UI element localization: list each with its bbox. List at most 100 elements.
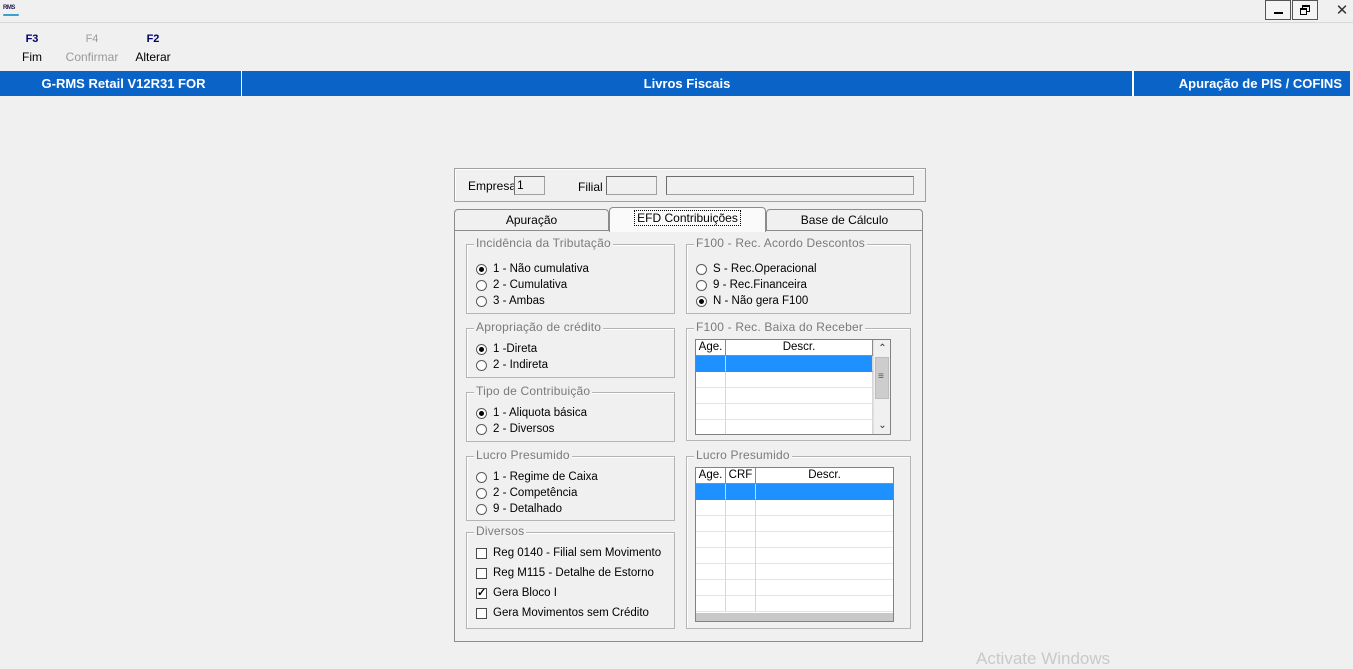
f100-acordo-group: F100 - Rec. Acordo Descontos S - Rec.Ope… <box>686 236 911 314</box>
grid-header: Age. CRF Descr. <box>696 468 893 484</box>
lucro-presumido-grid-group: Lucro Presumido Age. CRF Descr. <box>686 448 911 629</box>
table-row[interactable] <box>696 532 893 548</box>
table-row[interactable] <box>696 500 893 516</box>
diversos-group: Diversos Reg 0140 - Filial sem Movimento… <box>466 524 675 629</box>
incidencia-group: Incidência da Tributação 1 - Não cumulat… <box>466 236 675 314</box>
title-bar: RMS ✕ <box>0 0 1353 23</box>
system-name: G-RMS Retail V12R31 FOR <box>0 71 242 96</box>
radio-icon[interactable] <box>476 423 487 435</box>
lucro-presumido-option-2[interactable]: 2 - Competência <box>476 487 577 499</box>
gera-bloco-i-checkbox[interactable]: ✓ Gera Bloco I <box>476 587 557 599</box>
restore-button[interactable] <box>1292 0 1318 20</box>
column-crf[interactable]: CRF <box>726 468 756 484</box>
efd-contribuicoes-page: Incidência da Tributação 1 - Não cumulat… <box>454 230 923 642</box>
table-row[interactable] <box>696 372 873 388</box>
reg-0140-checkbox[interactable]: Reg 0140 - Filial sem Movimento <box>476 547 661 559</box>
radio-selected-icon[interactable] <box>476 263 487 275</box>
radio-selected-icon[interactable] <box>476 407 487 419</box>
column-descr[interactable]: Descr. <box>726 340 873 356</box>
checkbox-icon[interactable] <box>476 607 487 619</box>
fim-button[interactable]: F3 Fim <box>18 30 46 66</box>
checkbox-icon[interactable] <box>476 567 487 579</box>
rms-logo-icon: RMS <box>3 5 21 17</box>
tipo-contribuicao-option-1[interactable]: 1 - Aliquota básica <box>476 407 587 419</box>
vertical-scrollbar[interactable]: ⌃ ⌄ <box>873 340 890 434</box>
radio-icon[interactable] <box>696 263 707 275</box>
filial-name-field <box>666 176 914 195</box>
scroll-down-icon[interactable]: ⌄ <box>874 417 890 434</box>
table-row[interactable] <box>696 388 873 404</box>
tipo-contribuicao-title: Tipo de Contribuição <box>474 384 593 398</box>
lucro-presumido-options-group: Lucro Presumido 1 - Regime de Caixa 2 - … <box>466 448 675 521</box>
f100-acordo-option-s[interactable]: S - Rec.Operacional <box>696 263 817 275</box>
reg-m115-checkbox[interactable]: Reg M115 - Detalhe de Estorno <box>476 567 654 579</box>
header-bar: G-RMS Retail V12R31 FOR Livros Fiscais A… <box>0 71 1350 96</box>
table-row[interactable] <box>696 420 873 434</box>
module-name: Livros Fiscais <box>242 71 1133 96</box>
radio-icon[interactable] <box>476 487 487 499</box>
screen-title: Apuração de PIS / COFINS <box>1133 71 1350 96</box>
diversos-title: Diversos <box>474 524 527 538</box>
fkey-f3: F3 <box>25 33 39 45</box>
radio-icon[interactable] <box>476 295 487 307</box>
table-row[interactable] <box>696 564 893 580</box>
tab-base-de-calculo[interactable]: Base de Cálculo <box>766 209 923 231</box>
tab-apuracao[interactable]: Apuração <box>454 209 609 231</box>
radio-selected-icon[interactable] <box>476 343 487 355</box>
f100-baixa-group: F100 - Rec. Baixa do Receber Age. Descr.… <box>686 320 911 441</box>
apropriacao-option-1[interactable]: 1 -Direta <box>476 343 537 355</box>
apropriacao-group: Apropriação de crédito 1 -Direta 2 - Ind… <box>466 320 675 378</box>
f100-baixa-grid[interactable]: Age. Descr. ⌃ ⌄ <box>695 339 891 435</box>
scroll-up-icon[interactable]: ⌃ <box>874 340 890 357</box>
radio-icon[interactable] <box>476 279 487 291</box>
minimize-button[interactable] <box>1265 0 1291 20</box>
f100-acordo-title: F100 - Rec. Acordo Descontos <box>694 236 868 250</box>
filial-label: Filial <box>578 180 603 194</box>
column-descr[interactable]: Descr. <box>756 468 893 484</box>
tipo-contribuicao-group: Tipo de Contribuição 1 - Aliquota básica… <box>466 384 675 442</box>
gera-movimentos-checkbox[interactable]: Gera Movimentos sem Crédito <box>476 607 649 619</box>
radio-icon[interactable] <box>476 359 487 371</box>
empresa-field[interactable]: 1 <box>514 176 545 195</box>
radio-icon[interactable] <box>696 279 707 291</box>
column-age[interactable]: Age. <box>696 468 726 484</box>
incidencia-title: Incidência da Tributação <box>474 236 613 250</box>
f100-acordo-option-9[interactable]: 9 - Rec.Financeira <box>696 279 807 291</box>
confirmar-button[interactable]: F4 Confirmar <box>63 30 121 66</box>
incidencia-option-3[interactable]: 3 - Ambas <box>476 295 545 307</box>
fkey-f2: F2 <box>146 33 160 45</box>
table-row[interactable] <box>696 548 893 564</box>
radio-selected-icon[interactable] <box>696 295 707 307</box>
restore-icon <box>1300 5 1310 15</box>
incidencia-option-1[interactable]: 1 - Não cumulativa <box>476 263 589 275</box>
alterar-button[interactable]: F2 Alterar <box>133 30 173 66</box>
radio-icon[interactable] <box>476 471 487 483</box>
table-row[interactable] <box>696 484 893 500</box>
apropriacao-title: Apropriação de crédito <box>474 320 604 334</box>
close-button[interactable]: ✕ <box>1329 0 1353 20</box>
checkbox-icon[interactable] <box>476 547 487 559</box>
table-row[interactable] <box>696 580 893 596</box>
fkey-f4: F4 <box>85 33 99 45</box>
scroll-thumb[interactable] <box>875 357 889 399</box>
f100-baixa-title: F100 - Rec. Baixa do Receber <box>694 320 866 334</box>
alterar-label: Alterar <box>135 50 171 64</box>
lucro-presumido-option-9[interactable]: 9 - Detalhado <box>476 503 562 515</box>
tipo-contribuicao-option-2[interactable]: 2 - Diversos <box>476 423 554 435</box>
horizontal-scrollbar[interactable] <box>696 613 893 621</box>
lucro-presumido-grid[interactable]: Age. CRF Descr. <box>695 467 894 622</box>
f100-acordo-option-n[interactable]: N - Não gera F100 <box>696 295 808 307</box>
apropriacao-option-2[interactable]: 2 - Indireta <box>476 359 548 371</box>
table-row[interactable] <box>696 404 873 420</box>
lucro-presumido-option-1[interactable]: 1 - Regime de Caixa <box>476 471 598 483</box>
table-row[interactable] <box>696 356 873 372</box>
grid-header: Age. Descr. <box>696 340 873 356</box>
radio-icon[interactable] <box>476 503 487 515</box>
tab-efd-contribuicoes[interactable]: EFD Contribuições <box>609 207 766 232</box>
table-row[interactable] <box>696 516 893 532</box>
column-age[interactable]: Age. <box>696 340 726 356</box>
filial-field[interactable] <box>606 176 657 195</box>
checkbox-checked-icon[interactable]: ✓ <box>476 587 487 599</box>
incidencia-option-2[interactable]: 2 - Cumulativa <box>476 279 567 291</box>
table-row[interactable] <box>696 596 893 612</box>
